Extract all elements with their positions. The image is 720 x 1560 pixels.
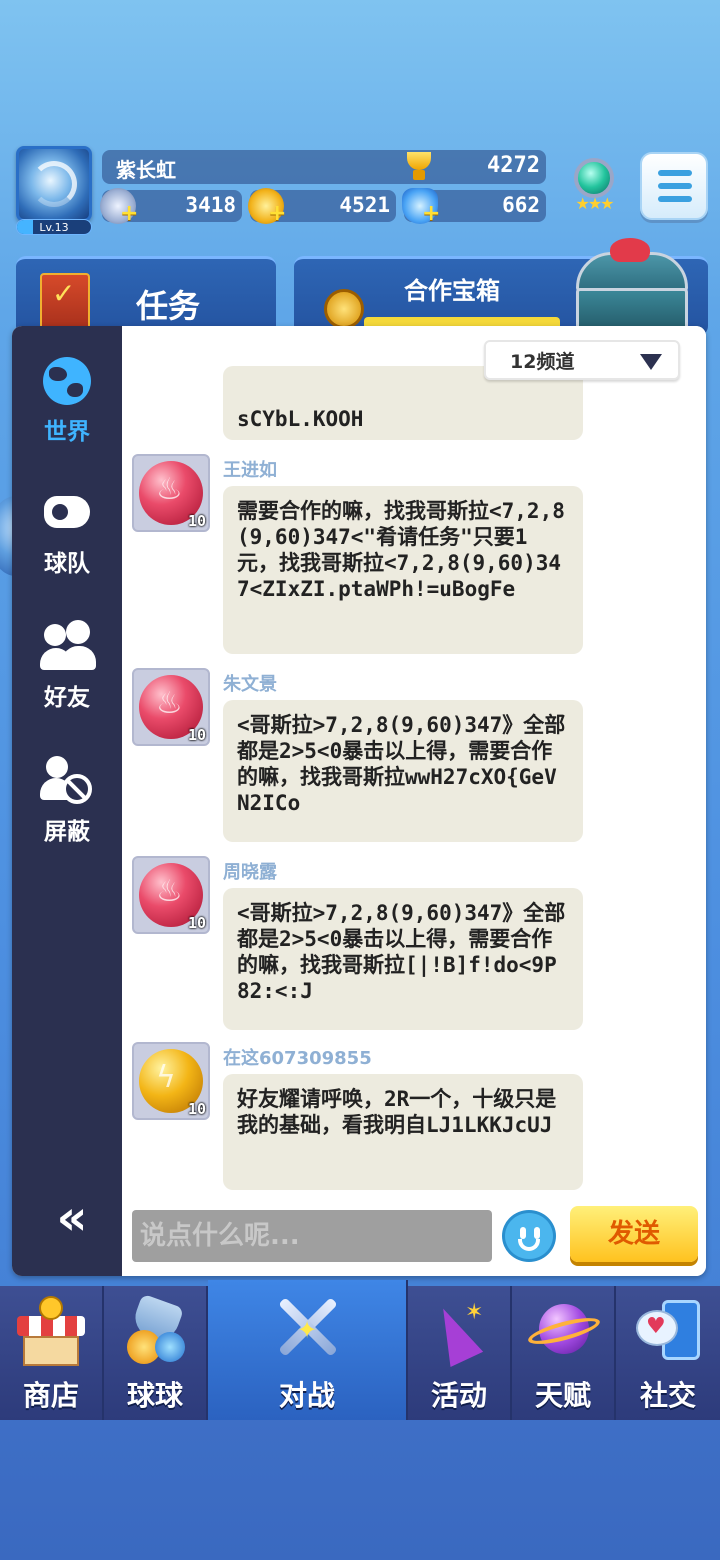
chat-panel: 世界 球队 好友 屏蔽 « 12频道 sCYbL.KOOH ♨ 10 王进如 需… [12,326,706,1276]
chat-text: sCYbL.KOOH [237,407,364,431]
player-name: 紫长虹 [116,158,176,182]
tab-label: 商店 [22,1379,79,1412]
sender-name[interactable]: 在这607309855 [223,1044,372,1070]
party-icon: ✶ [423,1296,495,1368]
player-info-bar: 紫长虹 4272 [102,150,546,184]
tab-events[interactable]: ✶ 活动 [408,1286,512,1420]
globe-icon [40,354,94,408]
menu-icon [658,170,692,176]
gem-count: 662 [502,193,540,217]
task-panel[interactable]: 任务 [16,256,276,336]
tab-label: 社交 [639,1379,696,1412]
sidebar-item-friends[interactable]: 好友 [12,620,122,730]
task-book-icon [40,273,90,331]
avatar-swirl-icon [31,161,77,207]
bottom-nav: 商店 球球 ✦ 对战 ✶ 活动 天赋 ♥ 社交 [0,1280,720,1420]
chat-text: 需要合作的嘛，找我哥斯拉<7,2,8(9,60)347<"肴请任务"只要1元，找… [237,499,565,601]
silver-count: 3418 [185,193,236,217]
sender-avatar[interactable]: ♨ 10 [132,668,210,746]
chat-sidebar: 世界 球队 好友 屏蔽 « [12,326,122,1276]
sender-name[interactable]: 朱文景 [223,670,277,696]
balls-icon [119,1293,191,1368]
sidebar-item-block[interactable]: 屏蔽 [12,754,122,864]
block-icon [40,754,94,808]
chat-text: <哥斯拉>7,2,8(9,60)347》全部都是2>5<0暴击以上得，需要合作的… [237,713,566,815]
sidebar-item-label: 世界 [44,419,90,445]
tab-label: 对战 [278,1379,335,1412]
sidebar-item-world[interactable]: 世界 [12,354,122,464]
level-badge: Lv.13 [16,219,92,235]
collapse-chevron-icon[interactable]: « [42,1194,92,1246]
avatar-level: 10 [187,914,206,932]
chat-text: 好友耀请呼唤，2R一个，十级只是我的基础，看我明自LJ1LKKJcUJ [237,1087,557,1137]
tab-talent[interactable]: 天赋 [512,1286,616,1420]
send-button[interactable]: 发送 [570,1206,698,1262]
silver-resource[interactable]: + 3418 [100,188,242,225]
coop-coin-icon [324,289,364,329]
sender-name[interactable]: 周晓露 [223,858,277,884]
tab-balls[interactable]: 球球 [104,1286,208,1420]
chat-input-row: 说点什么呢... 发送 [122,1198,706,1276]
sender-avatar[interactable]: ϟ 10 [132,1042,210,1120]
sidebar-item-label: 球队 [44,551,90,577]
add-silver-icon[interactable]: + [120,203,140,225]
battle-icon: ✦ [271,1290,343,1362]
avatar-level: 10 [187,1100,206,1118]
shop-icon [15,1296,87,1368]
sidebar-item-label: 好友 [44,685,90,711]
emoji-smile-icon [520,1227,526,1239]
treasure-chest-icon[interactable] [572,238,692,334]
sidebar-item-team[interactable]: 球队 [12,486,122,596]
tab-label: 球球 [126,1379,183,1412]
add-gem-icon[interactable]: + [422,203,442,225]
dropdown-arrow-icon [640,354,662,370]
avatar-level: 10 [187,512,206,530]
sender-name[interactable]: 王进如 [223,456,277,482]
coop-label: 合作宝箱 [404,277,500,305]
emoji-button[interactable] [502,1210,556,1262]
level-text: Lv.13 [39,221,69,234]
chat-bubble: <哥斯拉>7,2,8(9,60)347》全部都是2>5<0暴击以上得，需要合作的… [223,700,583,842]
gold-resource[interactable]: + 4521 [248,188,396,225]
gold-count: 4521 [339,193,390,217]
chat-bubble: 好友耀请呼唤，2R一个，十级只是我的基础，看我明自LJ1LKKJcUJ [223,1074,583,1190]
tab-social[interactable]: ♥ 社交 [616,1286,720,1420]
whistle-icon [40,486,94,540]
tab-battle[interactable]: ✦ 对战 [208,1280,408,1420]
chat-bubble: <哥斯拉>7,2,8(9,60)347》全部都是2>5<0暴击以上得，需要合作的… [223,888,583,1030]
bottom-background [0,1420,720,1560]
social-icon: ♥ [632,1296,704,1368]
trophy-count: 4272 [487,153,540,178]
chat-bubble: 需要合作的嘛，找我哥斯拉<7,2,8(9,60)347<"肴请任务"只要1元，找… [223,486,583,654]
chat-input[interactable]: 说点什么呢... [132,1210,492,1262]
channel-label: 12频道 [510,351,575,373]
menu-button[interactable] [640,152,708,220]
avatar-level: 10 [187,726,206,744]
trophy-icon [402,152,436,182]
player-avatar[interactable] [16,146,92,222]
add-gold-icon[interactable]: + [268,203,288,225]
friends-icon [40,620,96,674]
sender-avatar[interactable]: ♨ 10 [132,454,210,532]
chat-text: <哥斯拉>7,2,8(9,60)347》全部都是2>5<0暴击以上得，需要合作的… [237,901,566,1003]
tab-shop[interactable]: 商店 [0,1286,104,1420]
sender-avatar[interactable]: ♨ 10 [132,856,210,934]
gem-resource[interactable]: + 662 [402,188,546,225]
channel-dropdown[interactable]: 12频道 [484,340,680,380]
chat-message-list[interactable]: 12频道 sCYbL.KOOH ♨ 10 王进如 需要合作的嘛，找我哥斯拉<7,… [122,326,706,1198]
tab-label: 天赋 [534,1379,591,1412]
rank-emblem-icon[interactable]: ★★★ [560,150,628,220]
task-label: 任务 [136,287,201,325]
sidebar-item-label: 屏蔽 [44,819,90,845]
tab-label: 活动 [430,1379,487,1412]
planet-icon [525,1296,603,1368]
